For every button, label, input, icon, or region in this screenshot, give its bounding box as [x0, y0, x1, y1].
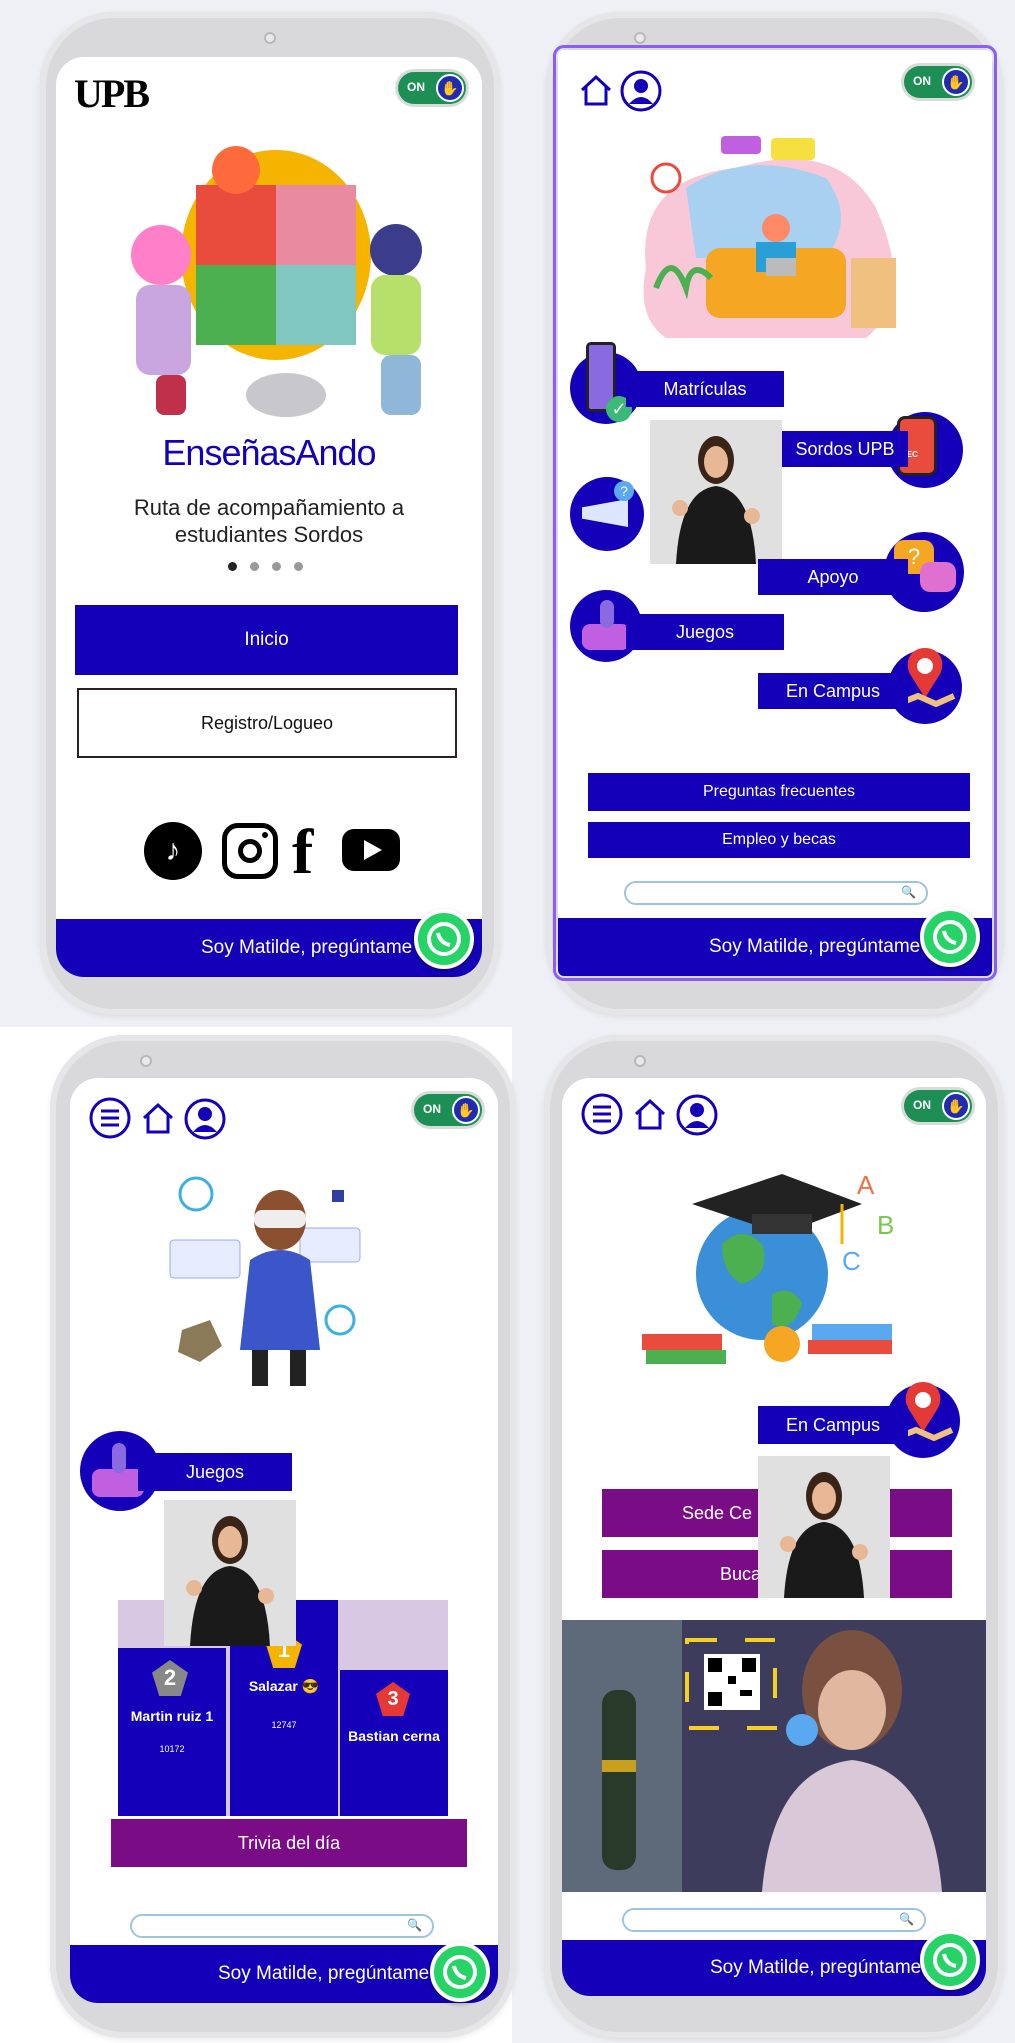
screen-menu: ON ✋ ✓ Matrículas REC Sordos UPB ? ? Apo…	[553, 45, 997, 981]
app-subtitle: Ruta de acompañamiento a estudiantes Sor…	[133, 495, 405, 547]
trivia-button[interactable]: Trivia del día	[111, 1819, 467, 1867]
toggle-label: ON	[407, 80, 425, 94]
faq-button[interactable]: Preguntas frecuentes	[588, 773, 970, 811]
apoyo-megaphone-icon[interactable]: ?	[570, 477, 644, 551]
front-camera	[140, 1055, 152, 1067]
podium-third: 3 Bastian cerna	[340, 1670, 448, 1816]
youtube-icon[interactable]	[342, 829, 400, 871]
search-icon[interactable]: 🔍	[407, 1918, 422, 1932]
toggle-label: ON	[913, 1098, 931, 1112]
carousel-dots[interactable]	[228, 562, 318, 572]
sign-interpreter-video[interactable]	[758, 1456, 890, 1598]
svg-text:A: A	[857, 1170, 875, 1200]
front-camera	[264, 32, 276, 44]
home-icon[interactable]	[140, 1100, 176, 1136]
app-title: EnseñasAndo	[162, 432, 376, 473]
instagram-icon[interactable]	[222, 823, 278, 879]
buscar-label: Buca	[720, 1563, 762, 1584]
user-icon[interactable]	[676, 1094, 718, 1136]
search-input[interactable]: 🔍	[130, 1914, 434, 1938]
en-campus-title: En Campus	[758, 1406, 908, 1444]
qr-scan-camera-view[interactable]	[562, 1620, 986, 1892]
front-camera	[634, 32, 646, 44]
whatsapp-icon[interactable]	[414, 909, 474, 969]
empleo-becas-button[interactable]: Empleo y becas	[588, 822, 970, 858]
carousel-dot[interactable]	[272, 562, 281, 571]
matriculas-button[interactable]: Matrículas	[626, 371, 784, 407]
home-icon[interactable]	[578, 72, 614, 108]
sign-language-toggle[interactable]: ON ✋	[414, 1094, 482, 1126]
search-input[interactable]: 🔍	[624, 881, 928, 905]
juegos-button[interactable]: Juegos	[626, 614, 784, 650]
home-icon[interactable]	[632, 1096, 668, 1132]
sign-language-icon: ✋	[942, 1092, 970, 1120]
screen-welcome: UPB ON ✋ EnseñasAndo Ruta de acompañamie…	[56, 57, 482, 977]
chat-label: Soy Matilde, pregúntame	[201, 937, 413, 958]
sede-label: Sede Ce	[682, 1502, 753, 1523]
online-student-illustration	[643, 136, 896, 338]
sign-language-toggle[interactable]: ON ✋	[904, 1090, 972, 1122]
podium-second: 2 Martin ruiz 1 10172	[118, 1648, 226, 1816]
sordos-upb-button[interactable]: Sordos UPB	[782, 431, 908, 467]
sign-language-icon: ✋	[942, 68, 970, 96]
sign-language-icon: ✋	[452, 1096, 480, 1124]
screen-juegos: ON ✋ Juegos 2 Martin ruiz 1 10172 1 Sala…	[70, 1078, 498, 2003]
chat-label: Soy Matilde, pregúntame	[709, 936, 921, 957]
toggle-label: ON	[913, 74, 931, 88]
menu-icon[interactable]	[88, 1096, 132, 1140]
registro-button[interactable]: Registro/Logueo	[77, 688, 457, 758]
vr-girl-illustration	[169, 1176, 361, 1386]
carousel-dot[interactable]	[250, 562, 259, 571]
whatsapp-icon[interactable]	[920, 907, 980, 967]
menu-icon[interactable]	[580, 1092, 624, 1136]
sign-language-toggle[interactable]: ON ✋	[904, 66, 972, 98]
sign-language-toggle[interactable]: ON ✋	[398, 72, 466, 104]
chat-label: Soy Matilde, pregúntame	[218, 1963, 430, 1984]
tiktok-icon[interactable]: ♪	[144, 822, 202, 880]
whatsapp-icon[interactable]	[430, 1942, 490, 2002]
puzzle-illustration	[131, 146, 422, 417]
sign-interpreter-video[interactable]	[650, 420, 782, 564]
apoyo-button[interactable]: Apoyo	[758, 559, 908, 595]
whatsapp-icon[interactable]	[920, 1930, 980, 1990]
user-icon[interactable]	[184, 1098, 226, 1140]
svg-text:B: B	[877, 1210, 894, 1240]
toggle-label: ON	[423, 1102, 441, 1116]
upb-logo: UPB	[74, 71, 150, 116]
facebook-icon[interactable]: f	[292, 815, 313, 889]
svg-text:C: C	[842, 1246, 861, 1276]
search-icon[interactable]: 🔍	[901, 885, 916, 899]
sign-language-icon: ✋	[436, 74, 464, 102]
inicio-button[interactable]: Inicio	[75, 605, 458, 675]
user-icon[interactable]	[620, 70, 662, 112]
sign-interpreter-video[interactable]	[164, 1500, 296, 1646]
chat-label: Soy Matilde, pregúntame	[710, 1957, 922, 1978]
screen-campus: ON ✋ A B C En Campus Sede Ce Buca 🔍 Soy …	[562, 1078, 986, 1996]
education-globe-illustration: A B C	[642, 1170, 894, 1364]
carousel-dot[interactable]	[294, 562, 303, 571]
search-input[interactable]: 🔍	[622, 1908, 926, 1932]
carousel-dot-active[interactable]	[228, 562, 237, 571]
juegos-title: Juegos	[138, 1453, 292, 1491]
front-camera	[634, 1055, 646, 1067]
search-icon[interactable]: 🔍	[899, 1912, 914, 1926]
en-campus-button[interactable]: En Campus	[758, 673, 908, 709]
